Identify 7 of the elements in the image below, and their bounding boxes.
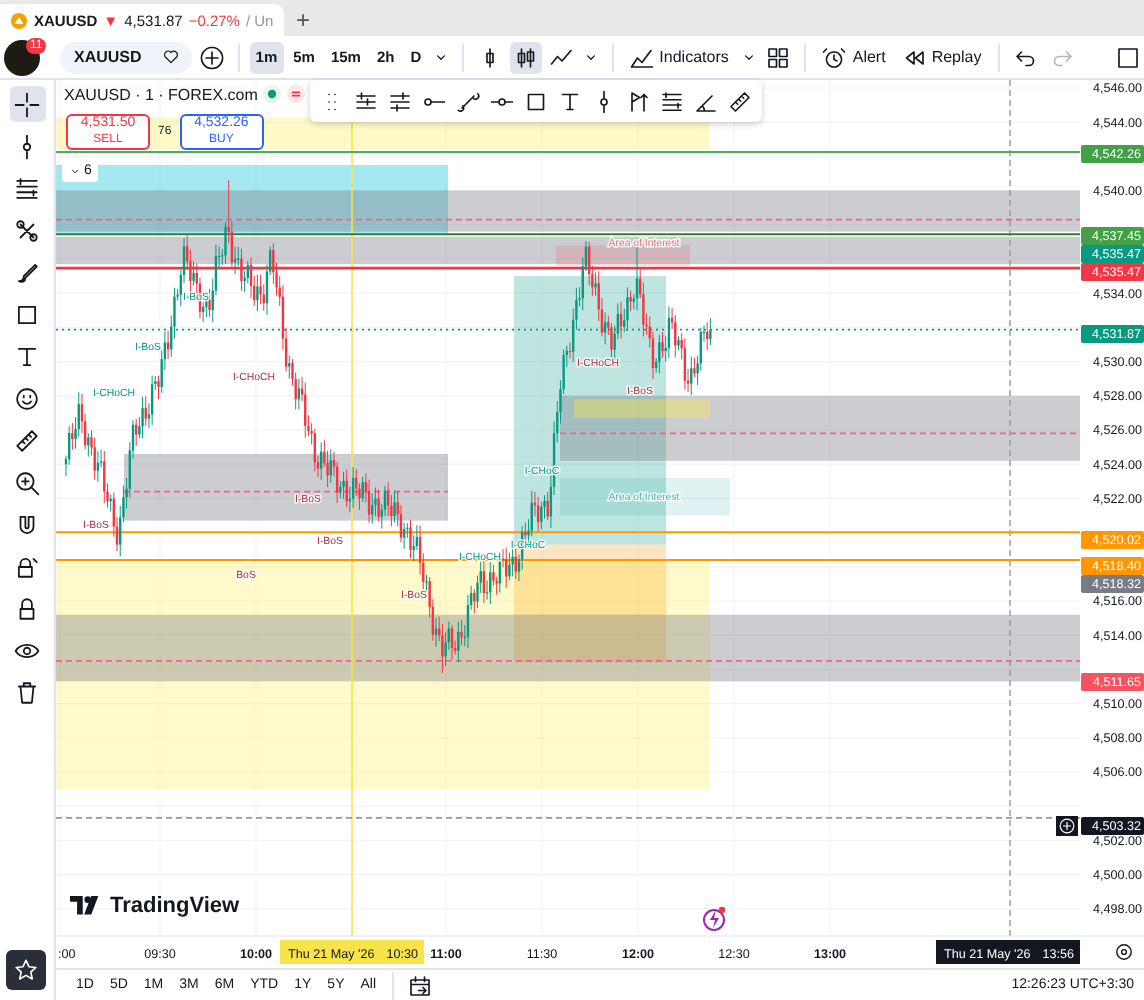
indicators-button[interactable]: Indicators [623, 41, 735, 73]
logo-text: TradingView [110, 894, 240, 918]
symbol-search-field[interactable]: XAUUSD [60, 41, 192, 73]
alert-button[interactable]: Alert [816, 41, 892, 73]
chart-legend-title: XAUUSD · 1 · FOREX.com [64, 85, 258, 103]
new-tab-button[interactable]: + [296, 4, 311, 36]
replay-button[interactable]: Replay [895, 41, 988, 73]
